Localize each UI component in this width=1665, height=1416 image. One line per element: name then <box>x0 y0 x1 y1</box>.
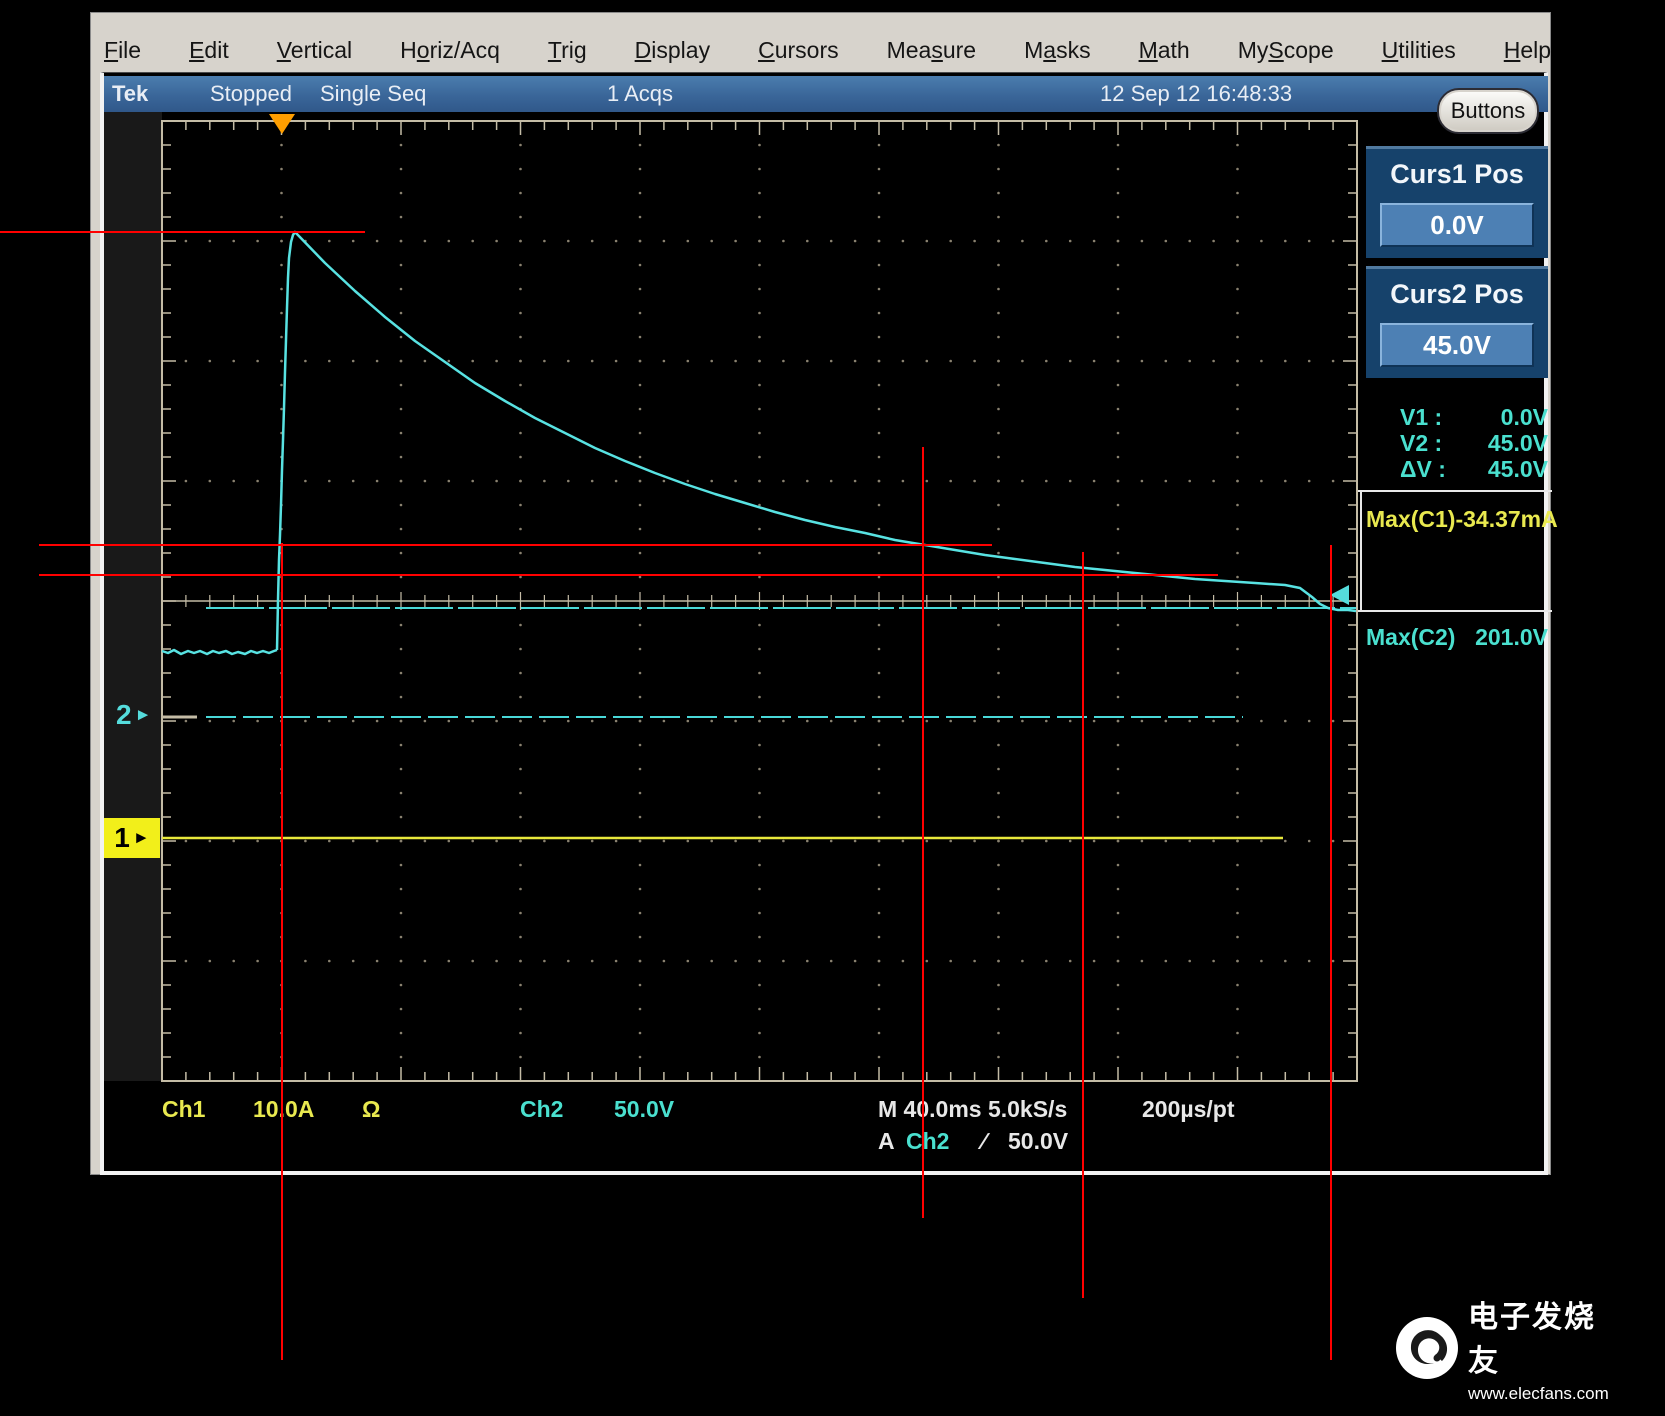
measurement-max-c1: Max(C1) -34.37mA <box>1366 506 1548 533</box>
scope-display-area <box>100 72 1548 1175</box>
measurement-separator-bottom <box>1358 610 1552 612</box>
acquisition-state: Stopped <box>210 81 292 107</box>
trigger-source-readout[interactable]: Ch2 <box>906 1128 949 1155</box>
v2-label: V2 : <box>1400 430 1442 457</box>
curs2-pos-title: Curs2 Pos <box>1366 279 1548 310</box>
max-c2-label: Max(C2) <box>1366 624 1455 651</box>
trigger-slope-icon: ∕ <box>982 1128 986 1155</box>
curs1-pos-field[interactable]: 0.0V <box>1380 203 1534 247</box>
cursor-readout-dv: ΔV : 45.0V <box>1366 456 1548 483</box>
measurement-max-c2: Max(C2) 201.0V <box>1366 624 1548 651</box>
ch1-coupling-readout: Ω <box>362 1096 380 1123</box>
buttons-button[interactable]: Buttons <box>1437 88 1539 134</box>
menu-bar: File Edit Vertical Horiz/Acq Trig Displa… <box>104 30 1524 70</box>
curs1-pos-title: Curs1 Pos <box>1366 159 1548 190</box>
ch1-readout-label[interactable]: Ch1 <box>162 1096 205 1123</box>
menu-item-edit[interactable]: Edit <box>189 37 229 64</box>
ch2-scale-readout[interactable]: 50.0V <box>614 1096 674 1123</box>
curs2-pos-field[interactable]: 45.0V <box>1380 323 1534 367</box>
ch2-ground-marker[interactable]: 2 ► <box>116 699 151 731</box>
max-c2-value: 201.0V <box>1475 624 1548 651</box>
ch1-scale-readout[interactable]: 10.0A <box>253 1096 314 1123</box>
dv-value: 45.0V <box>1488 456 1548 483</box>
watermark: 电子发烧友 www.elecfans.com <box>1396 1292 1609 1404</box>
menu-item-file[interactable]: File <box>104 37 141 64</box>
v2-value: 45.0V <box>1488 430 1548 457</box>
measurement-box-edge <box>1360 492 1362 612</box>
menu-item-measure[interactable]: Measure <box>887 37 977 64</box>
watermark-site-url: www.elecfans.com <box>1468 1384 1609 1404</box>
measurement-separator-top <box>1358 490 1552 492</box>
curs2-pos-panel: Curs2 Pos 45.0V <box>1366 266 1548 378</box>
page: File Edit Vertical Horiz/Acq Trig Displa… <box>0 0 1665 1416</box>
graticule-left-gutter <box>104 112 162 1081</box>
acquisition-count: 1 Acqs <box>607 81 673 107</box>
menu-item-masks[interactable]: Masks <box>1024 37 1090 64</box>
brand-label: Tek <box>112 81 148 107</box>
cursor-readout-v2: V2 : 45.0V <box>1366 430 1548 457</box>
menu-item-utilities[interactable]: Utilities <box>1382 37 1456 64</box>
ch2-marker-label: 2 <box>116 699 132 731</box>
menu-item-myscope[interactable]: MyScope <box>1238 37 1334 64</box>
ch1-ground-marker[interactable]: 1 ► <box>104 818 160 858</box>
cursor-readout-v1: V1 : 0.0V <box>1366 404 1548 431</box>
datetime-label: 12 Sep 12 16:48:33 <box>1100 81 1292 107</box>
watermark-site-name: 电子发烧友 <box>1468 1292 1609 1380</box>
timebase-readout[interactable]: M 40.0ms 5.0kS/s <box>878 1096 1067 1123</box>
menu-item-help[interactable]: Help <box>1504 37 1551 64</box>
menu-item-horiz-acq[interactable]: Horiz/Acq <box>400 37 500 64</box>
dv-label: ΔV : <box>1400 456 1446 483</box>
ch2-readout-label[interactable]: Ch2 <box>520 1096 563 1123</box>
menu-item-display[interactable]: Display <box>635 37 710 64</box>
ch1-marker-label: 1 <box>114 822 130 854</box>
v1-value: 0.0V <box>1501 404 1548 431</box>
acquisition-mode: Single Seq <box>320 81 426 107</box>
menu-item-vertical[interactable]: Vertical <box>277 37 352 64</box>
ch2-marker-arrow-icon: ► <box>135 705 152 725</box>
trigger-level-readout[interactable]: 50.0V <box>1008 1128 1068 1155</box>
menu-item-trig[interactable]: Trig <box>548 37 587 64</box>
elecfans-logo-icon <box>1396 1317 1458 1379</box>
resolution-readout: 200µs/pt <box>1142 1096 1235 1123</box>
v1-label: V1 : <box>1400 404 1442 431</box>
curs1-pos-panel: Curs1 Pos 0.0V <box>1366 146 1548 258</box>
max-c1-value: -34.37mA <box>1455 506 1557 533</box>
trigger-mode-readout: A <box>878 1128 895 1155</box>
menu-item-cursors[interactable]: Cursors <box>758 37 839 64</box>
menu-item-math[interactable]: Math <box>1139 37 1190 64</box>
ch1-marker-arrow-icon: ► <box>133 828 150 848</box>
max-c1-label: Max(C1) <box>1366 506 1455 533</box>
